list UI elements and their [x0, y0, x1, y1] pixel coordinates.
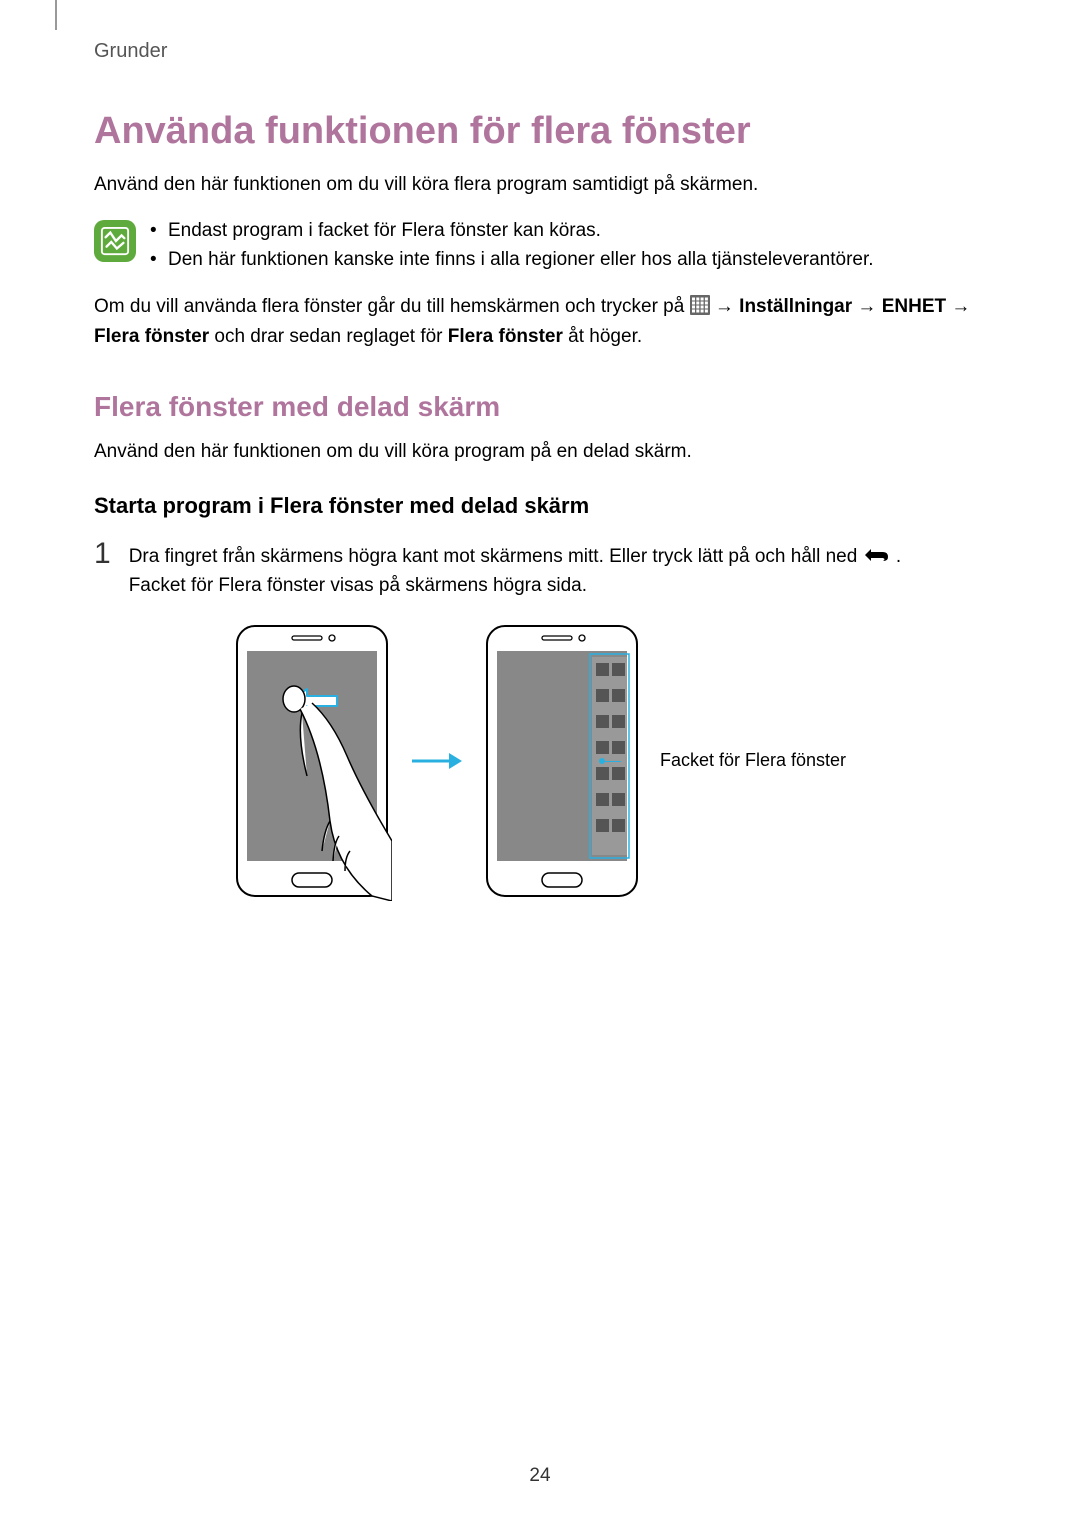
callout-line-icon	[605, 761, 621, 762]
note-item: Den här funktionen kanske inte finns i a…	[150, 245, 874, 274]
text-fragment: →	[951, 296, 970, 317]
note-item: Endast program i facket för Flera fönste…	[150, 216, 874, 245]
text-fragment: Dra fingret från skärmens högra kant mot…	[129, 546, 863, 567]
text-bold: Inställningar	[739, 296, 852, 317]
intro-text: Använd den här funktionen om du vill kör…	[94, 171, 984, 200]
callout-label: Facket för Flera fönster	[660, 750, 846, 771]
text-fragment: .	[896, 546, 901, 567]
breadcrumb: Grunder	[94, 40, 167, 63]
subsection-title: Starta program i Flera fönster med delad…	[94, 493, 984, 519]
text-fragment: →	[715, 296, 739, 317]
back-icon	[863, 544, 891, 562]
phone-illustration-gesture	[232, 621, 392, 901]
step-number: 1	[94, 539, 111, 569]
note-box: Endast program i facket för Flera fönste…	[94, 216, 984, 275]
text-bold: Flera fönster	[94, 326, 209, 347]
text-fragment: och drar sedan reglaget för	[214, 326, 447, 347]
callout-text: Facket för Flera fönster	[660, 750, 846, 770]
illustration-row: Facket för Flera fönster	[94, 621, 984, 901]
page-title: Använda funktionen för flera fönster	[94, 110, 984, 153]
section-title: Flera fönster med delad skärm	[94, 391, 984, 423]
text-bold: Flera fönster	[448, 326, 563, 347]
enable-instructions: Om du vill använda flera fönster går du …	[94, 292, 984, 351]
text-fragment: Facket för Flera fönster visas på skärme…	[129, 575, 587, 596]
text-fragment: Om du vill använda flera fönster går du …	[94, 296, 690, 317]
apps-grid-icon	[690, 295, 710, 315]
section-intro: Använd den här funktionen om du vill kör…	[94, 437, 984, 466]
note-icon	[94, 220, 136, 262]
page-number: 24	[0, 1465, 1080, 1487]
text-bold: ENHET	[882, 296, 946, 317]
text-fragment: åt höger.	[568, 326, 642, 347]
step-1: 1 Dra fingret från skärmens högra kant m…	[94, 539, 984, 601]
text-fragment: →	[857, 296, 881, 317]
arrow-right-icon	[392, 746, 482, 776]
